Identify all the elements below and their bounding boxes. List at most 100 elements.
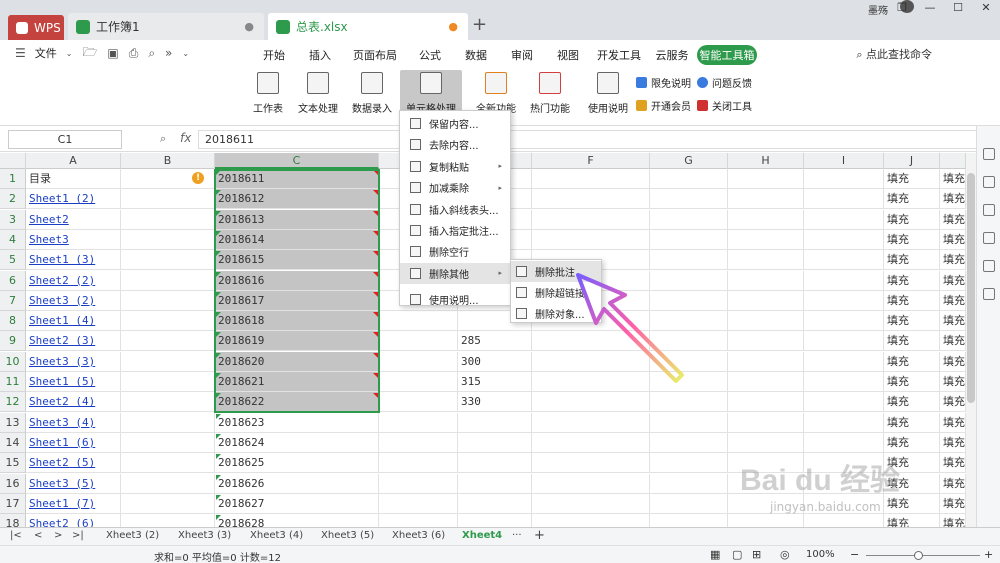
cell-d8[interactable] bbox=[379, 311, 458, 332]
dropdown-item[interactable]: 去除内容... bbox=[400, 134, 510, 155]
cell-h9[interactable] bbox=[728, 331, 804, 352]
cell-i11[interactable] bbox=[804, 372, 884, 392]
cell-a5[interactable]: Sheet1 (3) bbox=[26, 250, 121, 271]
cell-i4[interactable] bbox=[804, 229, 884, 250]
cell-a8[interactable]: Sheet1 (4) bbox=[26, 311, 121, 332]
cell-b7[interactable] bbox=[121, 290, 215, 311]
data-entry-button[interactable]: 数据录入 bbox=[348, 70, 396, 115]
zoom-level[interactable]: 100% bbox=[806, 549, 835, 560]
cell-g16[interactable] bbox=[650, 473, 728, 494]
cell-b9[interactable] bbox=[121, 331, 215, 352]
cell-k13[interactable]: 填充 bbox=[940, 412, 966, 433]
warning-icon[interactable]: ! bbox=[192, 172, 204, 184]
settings-icon[interactable] bbox=[982, 232, 995, 244]
tab-data[interactable]: 数据 bbox=[453, 45, 499, 65]
cell-j3[interactable]: 填充 bbox=[884, 209, 940, 230]
cell-c12[interactable]: 2018622 bbox=[215, 392, 379, 413]
cell-i10[interactable] bbox=[804, 351, 884, 372]
cell-h18[interactable] bbox=[728, 514, 804, 527]
more-icon[interactable]: » bbox=[165, 46, 172, 60]
row-header[interactable]: 6 bbox=[0, 270, 26, 291]
page-layout-icon[interactable]: ▢ bbox=[732, 548, 742, 561]
cell-f2[interactable] bbox=[532, 189, 650, 210]
cell-k12[interactable]: 填充 bbox=[940, 392, 966, 413]
cell-j2[interactable]: 填充 bbox=[884, 189, 940, 210]
cell-a13[interactable]: Sheet3 (4) bbox=[26, 412, 121, 433]
cell-c9[interactable]: 2018619 bbox=[215, 331, 379, 352]
row-header[interactable]: 4 bbox=[0, 229, 26, 250]
save-icon[interactable]: ▣ bbox=[107, 46, 118, 60]
cell-a15[interactable]: Sheet2 (5) bbox=[26, 453, 121, 474]
cell-h11[interactable] bbox=[728, 372, 804, 392]
cell-g13[interactable] bbox=[650, 412, 728, 433]
dropdown-item[interactable]: 删除空行 bbox=[400, 241, 510, 262]
tab-page-layout[interactable]: 页面布局 bbox=[343, 45, 407, 65]
sheet-tab[interactable]: Xheet3 (3) bbox=[178, 530, 231, 541]
cell-b14[interactable] bbox=[121, 432, 215, 453]
hamburger-icon[interactable]: ☰ bbox=[15, 46, 26, 60]
file-menu[interactable]: 文件 bbox=[31, 45, 61, 61]
tab-home[interactable]: 开始 bbox=[251, 45, 297, 65]
first-sheet-icon[interactable]: |< bbox=[10, 530, 22, 541]
tab-wps-home[interactable]: WPS bbox=[8, 15, 64, 40]
normal-view-icon[interactable]: ▦ bbox=[710, 548, 720, 561]
cell-b10[interactable] bbox=[121, 351, 215, 372]
fx-icon[interactable]: fx bbox=[180, 131, 191, 145]
cell-g12[interactable] bbox=[650, 392, 728, 413]
instructions-button[interactable]: 使用说明 bbox=[588, 70, 628, 115]
cell-c3[interactable]: 2018613 bbox=[215, 209, 379, 230]
zoom-slider-handle[interactable] bbox=[914, 551, 923, 560]
cell-k8[interactable]: 填充 bbox=[940, 311, 966, 332]
cell-process-button[interactable]: 单元格处理 bbox=[400, 70, 462, 115]
cell-k9[interactable]: 填充 bbox=[940, 331, 966, 352]
row-header[interactable]: 9 bbox=[0, 331, 26, 352]
next-sheet-icon[interactable]: > bbox=[54, 530, 62, 541]
add-sheet-button[interactable]: + bbox=[534, 528, 545, 543]
cell-g17[interactable] bbox=[650, 493, 728, 514]
cell-g3[interactable] bbox=[650, 209, 728, 230]
dropdown-item[interactable]: 删除其他 ▸ bbox=[400, 262, 510, 284]
row-header[interactable]: 18 bbox=[0, 514, 26, 527]
user-name[interactable]: 墨殇 bbox=[868, 2, 888, 17]
print-icon[interactable]: ⎙ bbox=[129, 46, 139, 61]
row-header[interactable]: 5 bbox=[0, 250, 26, 271]
cell-i12[interactable] bbox=[804, 392, 884, 413]
cell-a9[interactable]: Sheet2 (3) bbox=[26, 331, 121, 352]
cell-i18[interactable] bbox=[804, 514, 884, 527]
cell-f15[interactable] bbox=[532, 453, 650, 474]
open-folder-icon[interactable]: 🗁 bbox=[82, 43, 97, 64]
hot-features-button[interactable]: 热门功能 bbox=[526, 70, 574, 115]
cell-g15[interactable] bbox=[650, 453, 728, 474]
tab-cloud[interactable]: 云服务 bbox=[647, 45, 697, 65]
cell-c7[interactable]: 2018617 bbox=[215, 290, 379, 311]
scrollbar-thumb[interactable] bbox=[967, 173, 975, 403]
cell-g1[interactable] bbox=[650, 169, 728, 189]
cell-i8[interactable] bbox=[804, 311, 884, 332]
cell-h3[interactable] bbox=[728, 209, 804, 230]
row-header[interactable]: 7 bbox=[0, 290, 26, 311]
cell-h1[interactable] bbox=[728, 169, 804, 189]
select-tool-icon[interactable] bbox=[982, 148, 995, 160]
column-header-b[interactable]: B bbox=[121, 153, 215, 169]
row-header[interactable]: 2 bbox=[0, 189, 26, 210]
cell-k18[interactable]: 填充 bbox=[940, 514, 966, 527]
tab-developer[interactable]: 开发工具 bbox=[591, 45, 647, 65]
close-tab-icon[interactable]: ● bbox=[244, 20, 254, 33]
cell-b3[interactable] bbox=[121, 209, 215, 230]
vip-button[interactable]: 开通会员 bbox=[636, 98, 691, 113]
row-header[interactable]: 16 bbox=[0, 473, 26, 494]
row-header[interactable]: 10 bbox=[0, 351, 26, 372]
cell-f18[interactable] bbox=[532, 514, 650, 527]
apps-icon[interactable] bbox=[982, 288, 995, 300]
dropdown-item[interactable]: 插入指定批注... bbox=[400, 220, 510, 241]
cell-b5[interactable] bbox=[121, 250, 215, 271]
cell-k6[interactable]: 填充 bbox=[940, 270, 966, 291]
cell-g18[interactable] bbox=[650, 514, 728, 527]
print-preview-icon[interactable]: ⌕ bbox=[148, 46, 155, 61]
cell-k4[interactable]: 填充 bbox=[940, 229, 966, 250]
cell-c2[interactable]: 2018612 bbox=[215, 189, 379, 210]
cell-d18[interactable] bbox=[379, 514, 458, 527]
cell-i3[interactable] bbox=[804, 209, 884, 230]
cell-f14[interactable] bbox=[532, 432, 650, 453]
close-tool-button[interactable]: 关闭工具 bbox=[697, 98, 752, 113]
